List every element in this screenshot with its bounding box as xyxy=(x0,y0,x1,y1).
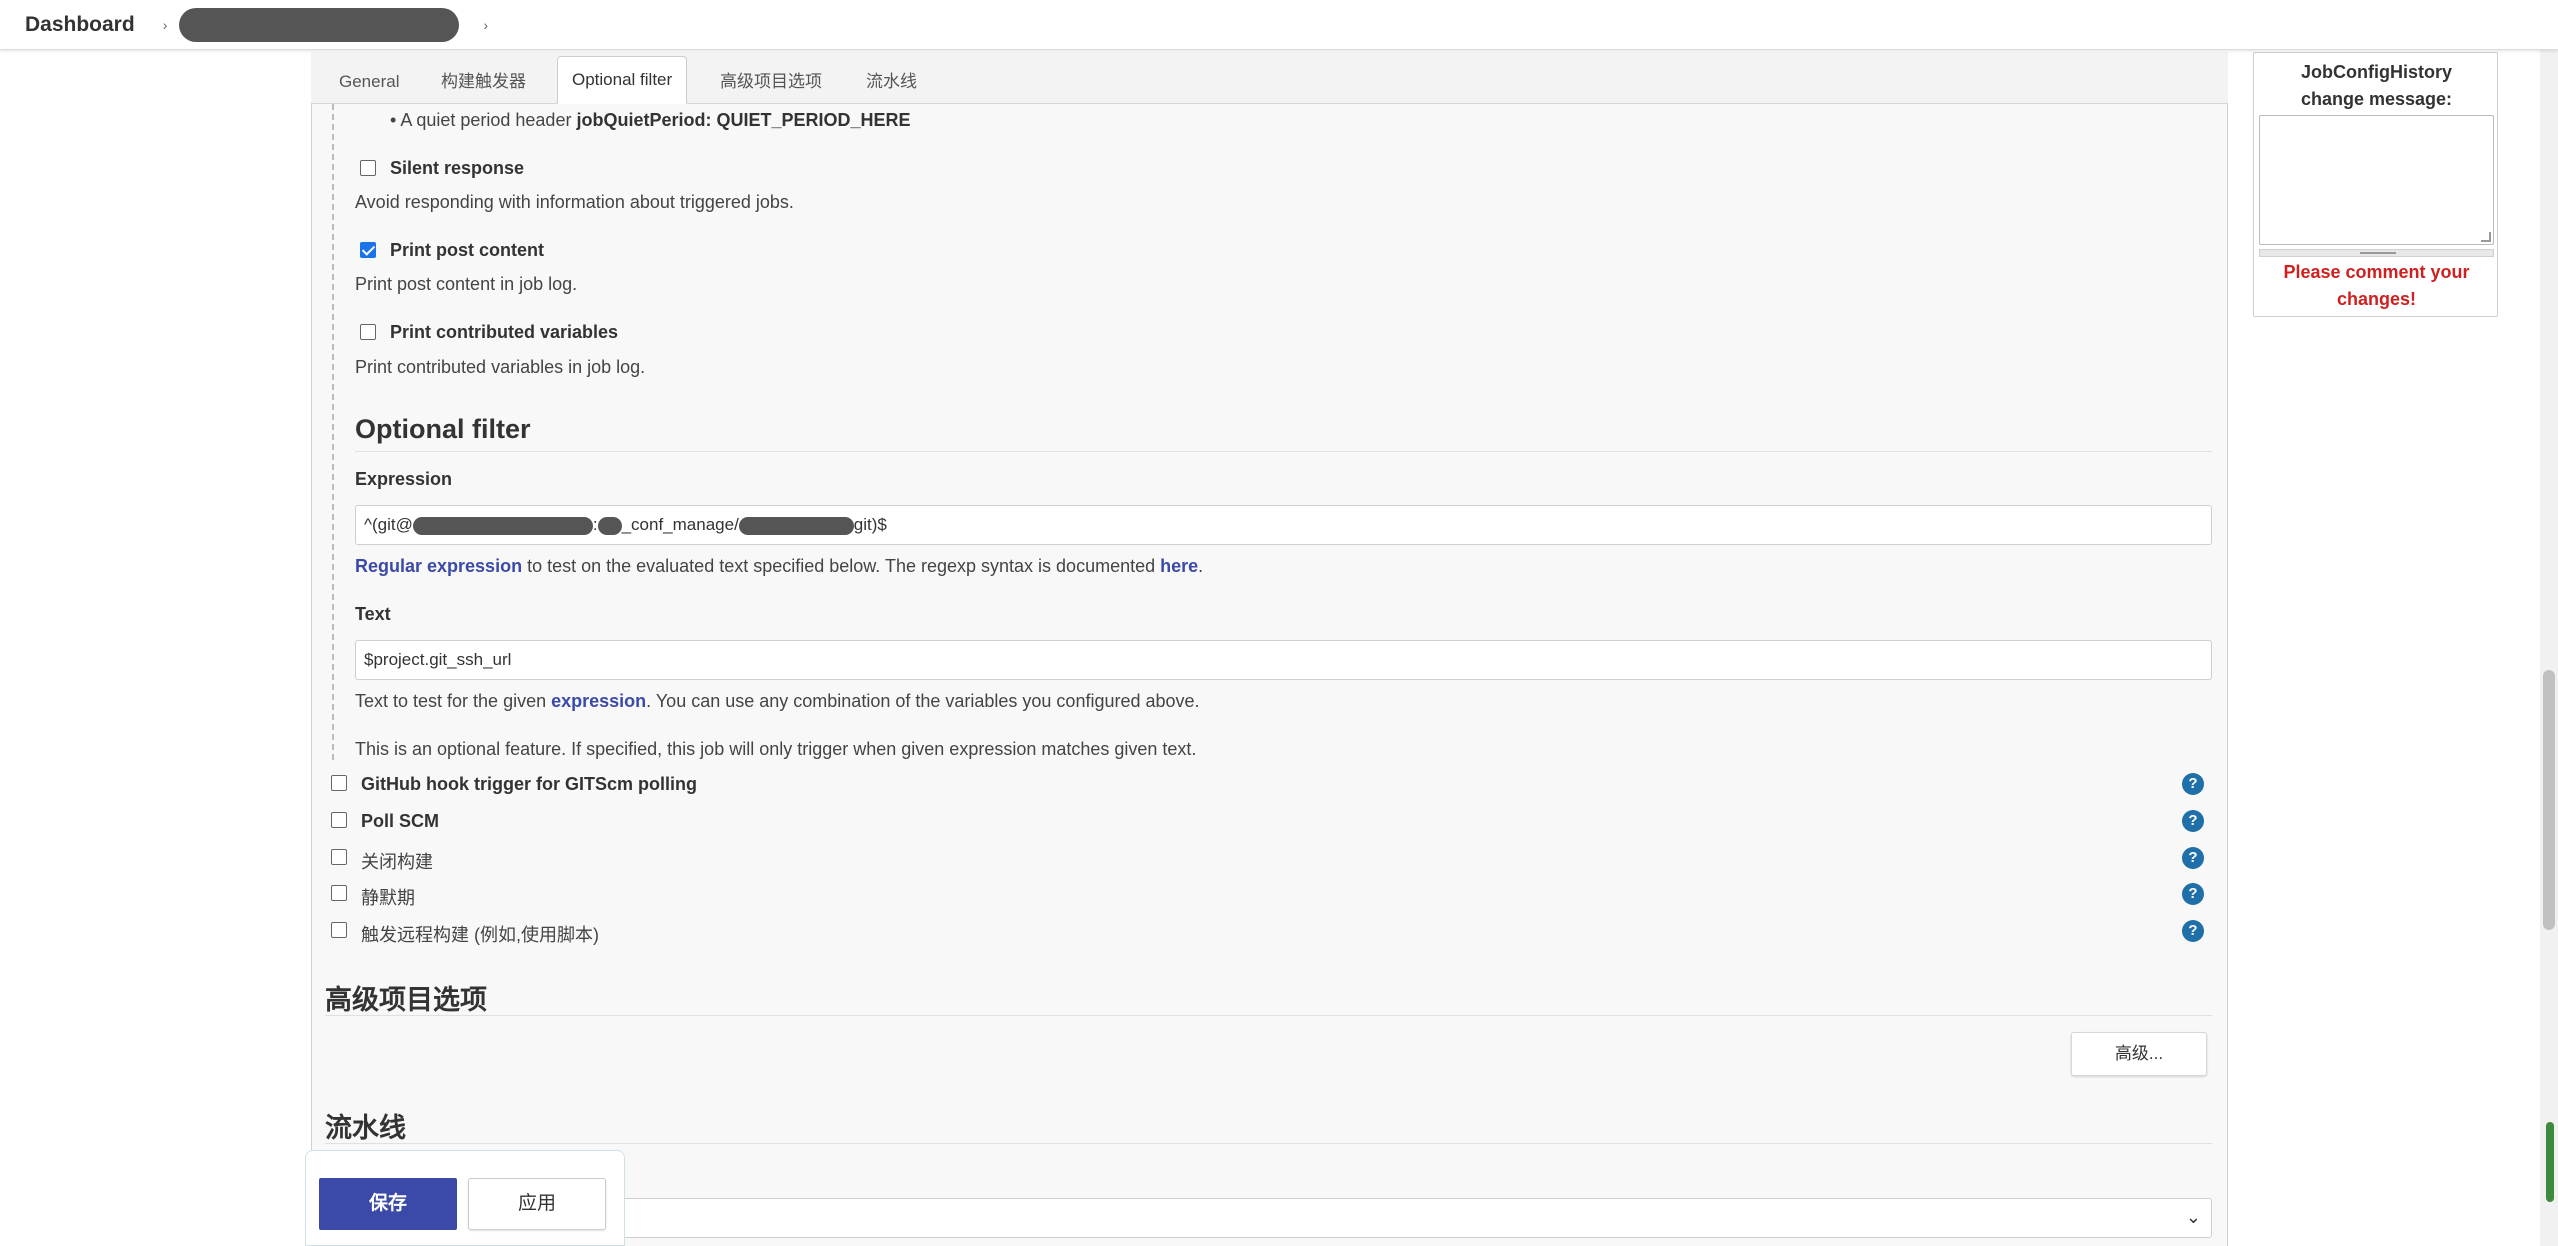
save-button[interactable]: 保存 xyxy=(319,1178,457,1230)
advanced-button[interactable]: 高级... xyxy=(2071,1032,2207,1076)
quiet-period-label[interactable]: 静默期 xyxy=(361,884,415,910)
github-hook-trigger-checkbox[interactable] xyxy=(331,775,347,791)
scrollbar-thumb[interactable] xyxy=(2543,670,2555,930)
silent-response-desc: Avoid responding with information about … xyxy=(355,192,794,212)
resize-handle[interactable] xyxy=(2259,249,2494,257)
history-warning: Please comment your changes! xyxy=(2283,262,2470,309)
disable-build-checkbox[interactable] xyxy=(331,849,347,865)
regular-expression-link[interactable]: Regular expression xyxy=(355,556,522,576)
expression-link[interactable]: expression xyxy=(551,691,646,711)
print-contributed-variables-label[interactable]: Print contributed variables xyxy=(390,322,618,343)
page-scrollbar[interactable] xyxy=(2540,50,2558,1246)
silent-response-checkbox[interactable] xyxy=(360,160,376,176)
expression-label: Expression xyxy=(355,469,453,489)
poll-scm-checkbox[interactable] xyxy=(331,812,347,828)
change-message-textarea[interactable] xyxy=(2259,115,2494,245)
print-post-content-checkbox[interactable] xyxy=(360,242,376,258)
expression-input[interactable]: ^(git@: _conf_manage/git)$ xyxy=(355,505,2212,545)
help-icon[interactable]: ? xyxy=(2182,773,2204,795)
github-hook-trigger-label[interactable]: GitHub hook trigger for GITScm polling xyxy=(361,774,697,795)
divider xyxy=(355,451,2212,452)
quiet-period-checkbox[interactable] xyxy=(331,885,347,901)
tab-pipeline[interactable]: 流水线 xyxy=(866,60,917,104)
help-icon[interactable]: ? xyxy=(2182,810,2204,832)
divider xyxy=(325,1015,2212,1016)
optional-filter-note: This is an optional feature. If specifie… xyxy=(355,739,1197,759)
divider xyxy=(325,1143,2212,1144)
print-post-content-desc: Print post content in job log. xyxy=(355,274,578,294)
help-icon[interactable]: ? xyxy=(2182,847,2204,869)
history-title: JobConfigHistory change message: xyxy=(2300,62,2453,109)
apply-button[interactable]: 应用 xyxy=(468,1178,606,1230)
tab-advanced-project[interactable]: 高级项目选项 xyxy=(720,60,822,104)
pipeline-title: 流水线 xyxy=(325,1113,406,1143)
print-contributed-variables-checkbox[interactable] xyxy=(360,324,376,340)
optional-filter-title: Optional filter xyxy=(355,414,531,444)
config-tabs: General 构建触发器 Optional filter 高级项目选项 流水线 xyxy=(311,52,2228,104)
redacted-port xyxy=(597,516,622,535)
tab-optional-filter[interactable]: Optional filter xyxy=(557,56,688,104)
help-icon[interactable]: ? xyxy=(2182,920,2204,942)
help-icon[interactable]: ? xyxy=(2182,883,2204,905)
breadcrumb-dashboard[interactable]: Dashboard xyxy=(25,13,135,37)
remote-trigger-checkbox[interactable] xyxy=(331,922,347,938)
pipeline-definition-select[interactable]: ⌄ xyxy=(600,1198,2212,1238)
tab-build-triggers[interactable]: 构建触发器 xyxy=(441,60,526,104)
section-indent-line xyxy=(332,104,334,760)
redacted-repo xyxy=(738,516,854,535)
job-config-history-box: JobConfigHistory change message: Please c… xyxy=(2253,52,2498,317)
chevron-right-icon[interactable]: › xyxy=(163,17,168,33)
chevron-down-icon: ⌄ xyxy=(2185,1207,2201,1227)
breadcrumb-bar: Dashboard › › xyxy=(0,0,2558,50)
print-contributed-variables-desc: Print contributed variables in job log. xyxy=(355,357,646,377)
text-input[interactable]: $project.git_ssh_url xyxy=(355,640,2212,680)
silent-response-label[interactable]: Silent response xyxy=(390,158,524,179)
advanced-project-title: 高级项目选项 xyxy=(325,985,487,1015)
regexp-docs-link[interactable]: here xyxy=(1160,556,1198,576)
text-help: Text to test for the given expression. Y… xyxy=(355,691,1200,711)
minimap-indicator xyxy=(2546,1122,2554,1202)
chevron-right-icon[interactable]: › xyxy=(483,17,488,33)
redacted-host xyxy=(412,516,593,535)
breadcrumb-job-redacted[interactable] xyxy=(179,7,460,42)
print-post-content-label[interactable]: Print post content xyxy=(390,240,544,261)
tab-general[interactable]: General xyxy=(339,60,399,104)
remote-trigger-label[interactable]: 触发远程构建 (例如,使用脚本) xyxy=(361,921,599,947)
text-label: Text xyxy=(355,604,391,624)
quiet-period-item: • A quiet period header jobQuietPeriod: … xyxy=(390,110,911,130)
disable-build-label[interactable]: 关闭构建 xyxy=(361,848,433,874)
expression-help: Regular expression to test on the evalua… xyxy=(355,556,1204,576)
poll-scm-label[interactable]: Poll SCM xyxy=(361,811,439,832)
